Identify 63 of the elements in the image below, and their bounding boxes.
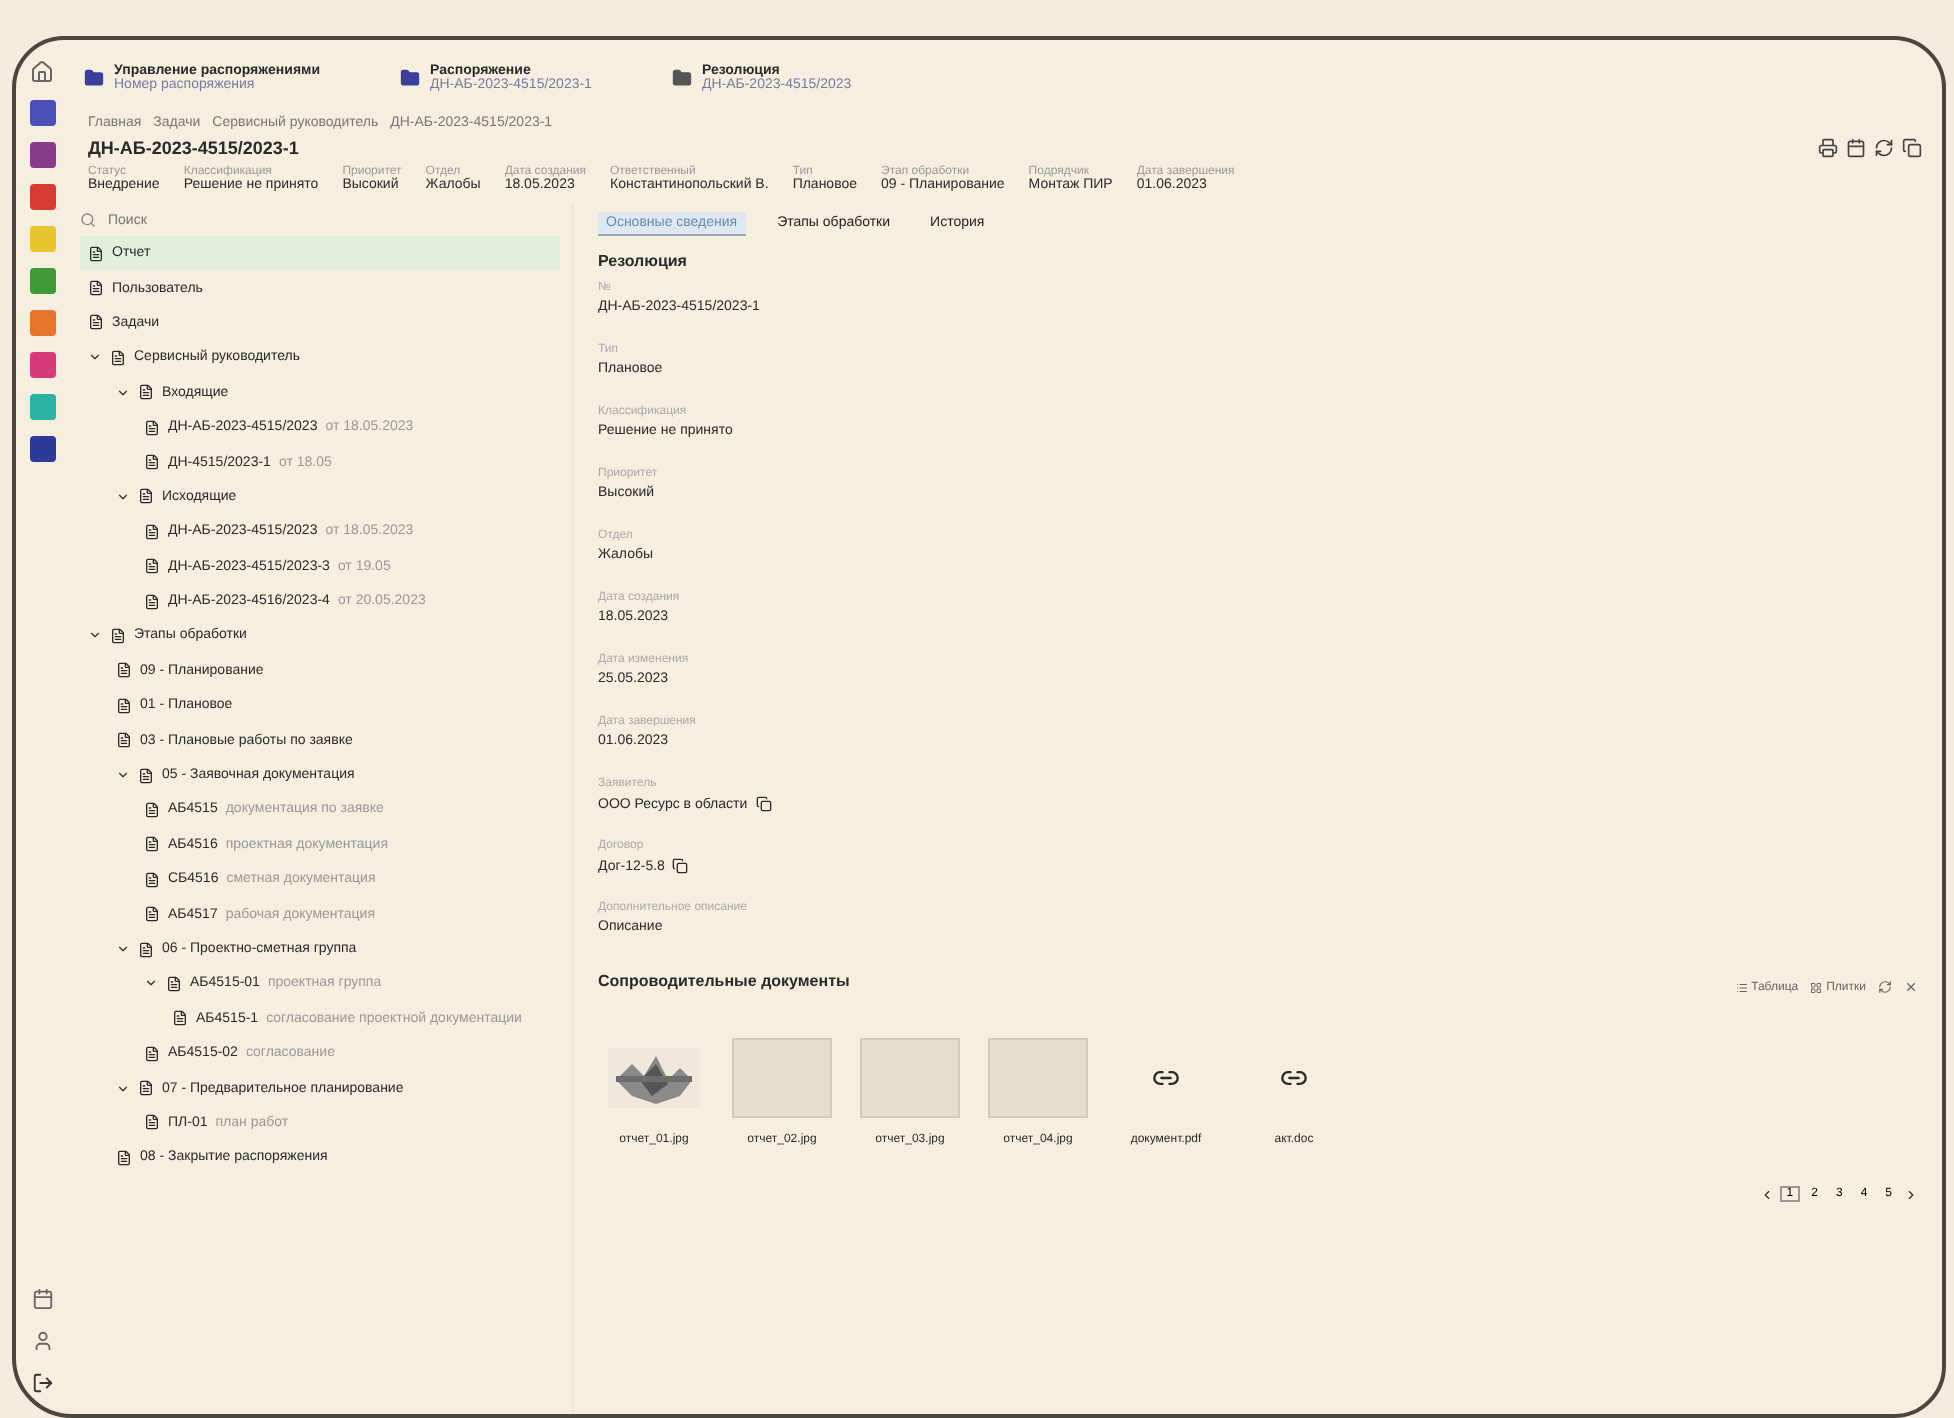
- document-icon: [144, 906, 160, 923]
- document-icon: [144, 1045, 160, 1062]
- calendar-icon[interactable]: [31, 1288, 53, 1310]
- list-icon: [1735, 981, 1748, 993]
- document-icon: [166, 975, 182, 992]
- document-icon: [138, 767, 154, 784]
- search-icon: [80, 212, 96, 228]
- document-icon: [144, 523, 160, 540]
- chevron-icon[interactable]: [144, 976, 158, 991]
- document-icon: [88, 245, 104, 262]
- calendar-icon[interactable]: [1846, 138, 1866, 158]
- document-icon: [138, 488, 154, 505]
- document-icon: [138, 941, 154, 957]
- app-icon[interactable]: [29, 436, 55, 462]
- document-icon: [110, 627, 126, 644]
- file-thumbnail[interactable]: [732, 1038, 832, 1118]
- refresh-icon[interactable]: [1878, 980, 1892, 994]
- document-icon: [144, 454, 160, 471]
- document-icon: [144, 871, 160, 888]
- document-icon: [138, 1080, 154, 1097]
- app-icon[interactable]: [29, 184, 55, 210]
- document-icon: [144, 801, 160, 818]
- chevron-icon[interactable]: [116, 1081, 130, 1096]
- app-icon[interactable]: [29, 100, 55, 126]
- refresh-icon[interactable]: [1874, 138, 1894, 158]
- section-title: Сопроводительные документы: [598, 972, 850, 990]
- copy-icon[interactable]: [755, 796, 772, 812]
- printer-icon[interactable]: [1818, 138, 1838, 158]
- copy-icon[interactable]: [1902, 138, 1922, 158]
- next-icon[interactable]: [1904, 1187, 1918, 1201]
- document-icon: [116, 732, 132, 749]
- page-title: ДН-АБ-2023-4515/2023-1: [88, 138, 299, 158]
- chevron-icon[interactable]: [116, 942, 130, 956]
- chevron-icon[interactable]: [88, 350, 102, 365]
- document-icon: [172, 1010, 188, 1027]
- document-icon: [144, 593, 160, 610]
- app-icon[interactable]: [29, 142, 55, 168]
- logout-icon[interactable]: [31, 1372, 53, 1394]
- section-title: Резолюция: [598, 252, 689, 270]
- document-icon: [88, 314, 104, 331]
- document-icon: [144, 1114, 160, 1131]
- chevron-icon[interactable]: [116, 768, 130, 783]
- chevron-icon[interactable]: [116, 489, 130, 504]
- document-icon: [116, 1149, 132, 1166]
- document-icon: [88, 280, 104, 297]
- file-thumbnail[interactable]: [860, 1038, 960, 1118]
- document-icon: [144, 836, 160, 853]
- document-icon: [144, 558, 160, 575]
- document-icon: [144, 419, 160, 436]
- document-icon: [110, 349, 126, 366]
- previous-icon[interactable]: [1760, 1187, 1775, 1201]
- grid-icon: [1810, 981, 1823, 993]
- chevron-icon[interactable]: [88, 628, 102, 643]
- document-icon: [116, 697, 132, 714]
- app-icon[interactable]: [29, 352, 55, 378]
- close-icon[interactable]: [1904, 980, 1918, 994]
- chevron-icon[interactable]: [116, 385, 130, 400]
- user-icon[interactable]: [31, 1330, 53, 1352]
- document-icon: [116, 662, 132, 679]
- file-thumbnail[interactable]: [988, 1038, 1088, 1118]
- home-icon[interactable]: [30, 60, 54, 84]
- document-icon: [138, 384, 154, 401]
- copy-icon[interactable]: [672, 858, 689, 874]
